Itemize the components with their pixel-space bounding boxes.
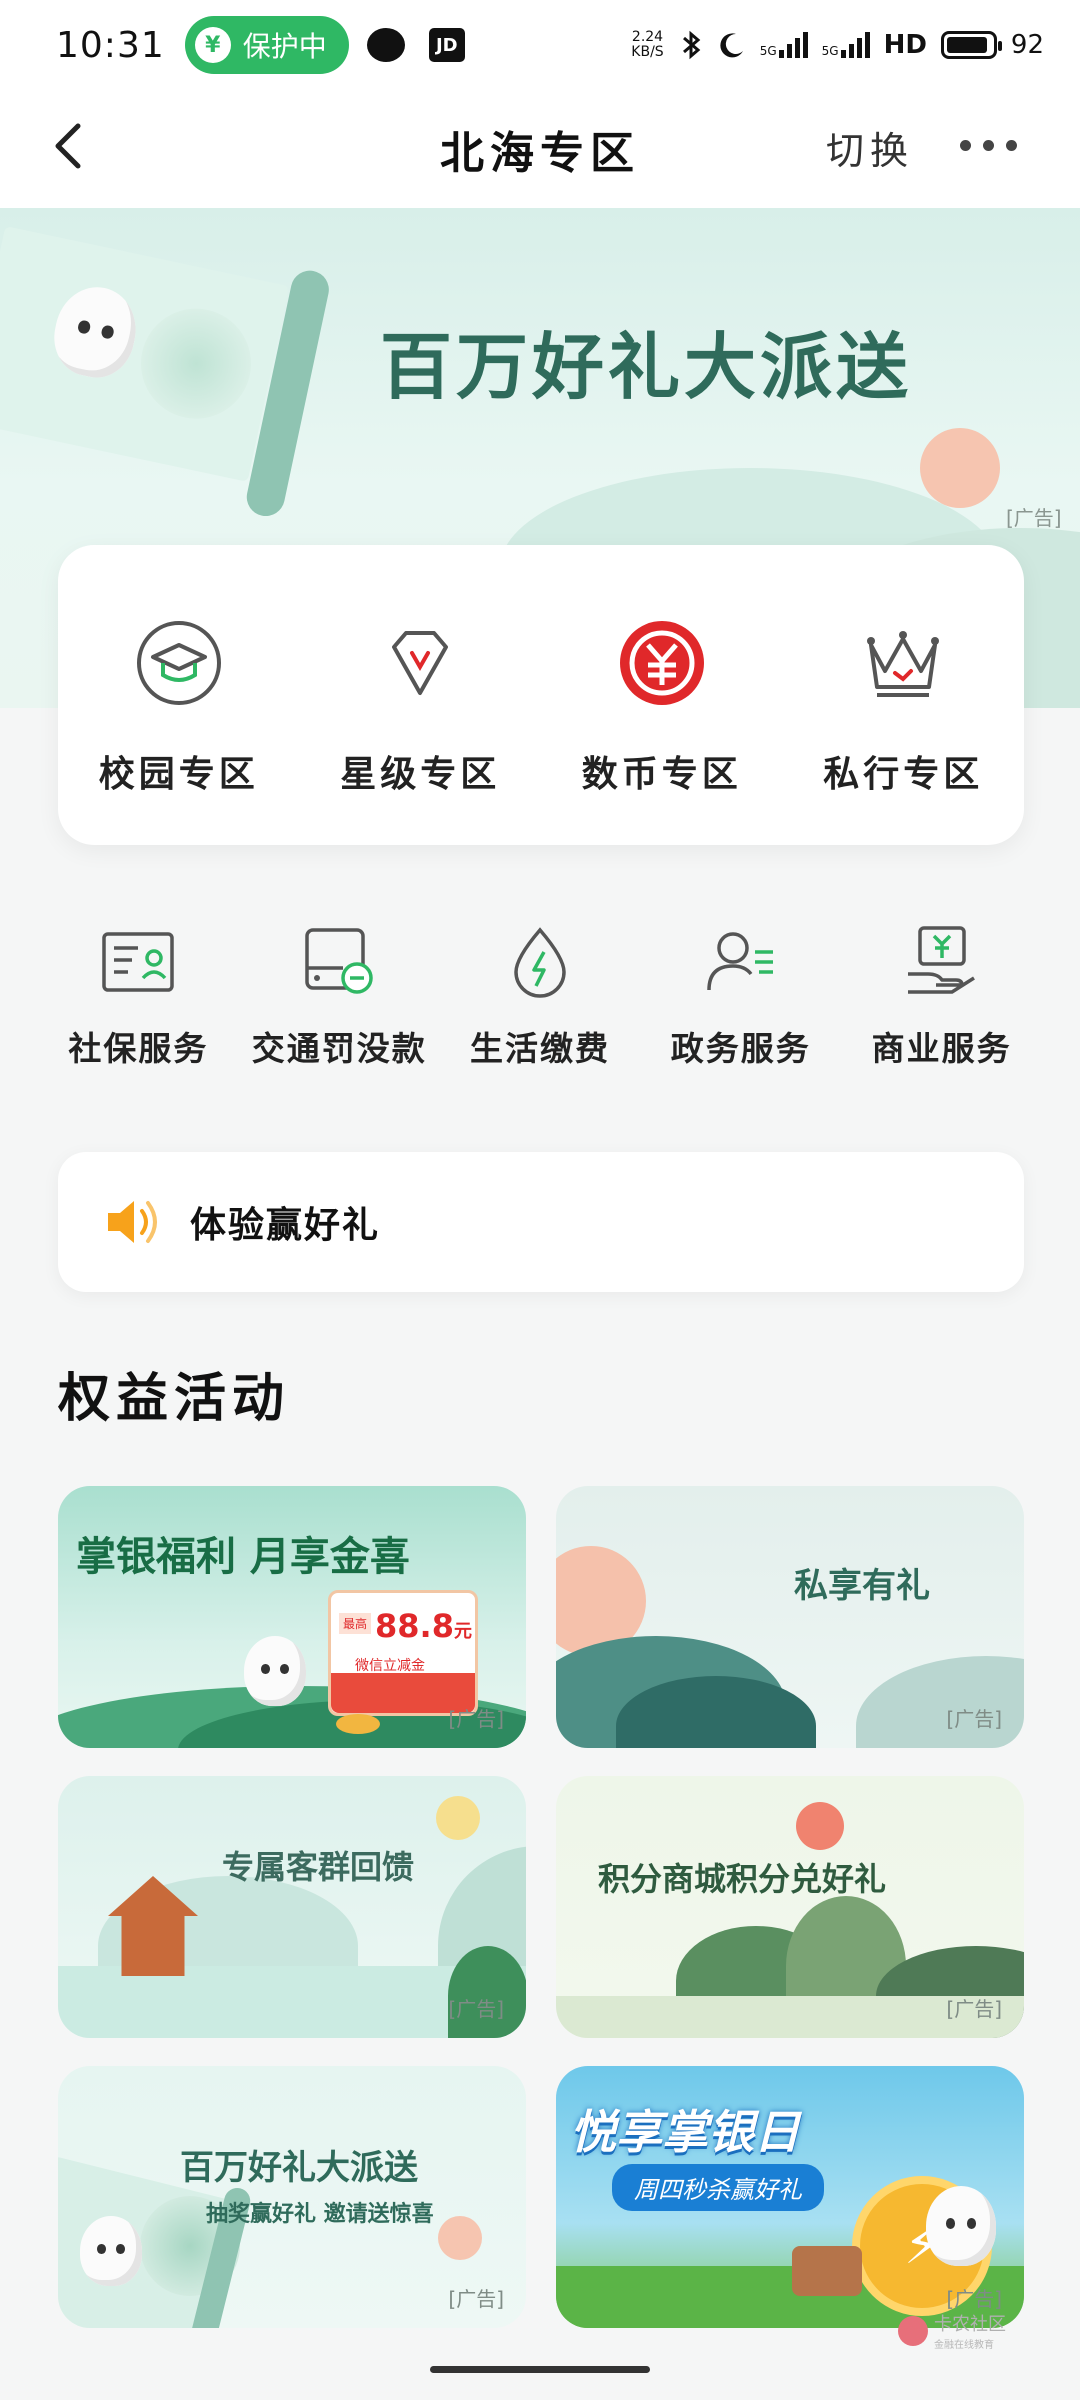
activity-title: 私享有礼	[794, 1566, 930, 1606]
zone-private-banking[interactable]: 私行专区	[783, 545, 1025, 845]
mascot-illustration	[80, 2216, 142, 2286]
status-bar: 10:31 ¥ 保护中 JD 2.24 KB/S 5G 5G HD 92	[0, 0, 1080, 90]
activity-subtitle: 抽奖赢好礼 邀请送惊喜	[206, 2202, 434, 2227]
signal-sim2-icon: 5G	[822, 32, 870, 58]
battery-icon	[940, 31, 1002, 59]
service-utility[interactable]: 生活缴费	[440, 922, 641, 1072]
jd-app-icon: JD	[428, 28, 465, 62]
coupon-amount: 88.8	[375, 1607, 454, 1645]
mascot-illustration	[926, 2186, 996, 2266]
service-row: 社保服务 交通罚没款 生活缴费 政务服务 商业服务	[38, 922, 1042, 1072]
activity-title: 积分商城积分兑好礼	[598, 1860, 887, 1898]
service-label: 政务服务	[670, 1029, 811, 1068]
speaker-icon	[108, 1201, 157, 1243]
government-user-icon	[707, 932, 773, 991]
shield-icon: ¥	[194, 27, 231, 63]
zone-digital-currency[interactable]: 数币专区	[541, 545, 783, 845]
activity-card[interactable]: 掌银福利 月享金喜 最高 88.8元 微信立减金 [广告]	[58, 1486, 526, 1748]
activity-title: 悦享掌银日	[570, 2105, 800, 2159]
activity-card[interactable]: 私享有礼 [广告]	[556, 1486, 1024, 1748]
zone-label: 数币专区	[581, 754, 742, 795]
page-title: 北海专区	[440, 128, 640, 179]
activity-title: 掌银福利 月享金喜	[76, 1533, 410, 1580]
crown-icon	[867, 631, 940, 697]
service-label: 商业服务	[871, 1029, 1012, 1068]
scroll-illustration	[0, 208, 334, 529]
zone-label: 私行专区	[823, 754, 984, 795]
business-hand-icon	[907, 926, 975, 994]
ad-tag: [广告]	[946, 2287, 1002, 2311]
service-business[interactable]: 商业服务	[841, 922, 1042, 1072]
section-title: 权益活动	[58, 1369, 291, 1429]
back-arrow-icon[interactable]	[40, 116, 100, 176]
service-government[interactable]: 政务服务	[640, 922, 841, 1072]
activity-card[interactable]: 积分商城积分兑好礼 [广告]	[556, 1776, 1024, 2038]
banner-title: 百万好礼大派送	[380, 324, 913, 409]
activity-title: 专属客群回馈	[222, 1848, 415, 1886]
battery-percent: 92	[1010, 30, 1044, 60]
activity-title: 百万好礼大派送	[180, 2148, 418, 2188]
service-traffic-fine[interactable]: 交通罚没款	[239, 922, 440, 1072]
social-security-card-icon	[102, 932, 175, 992]
ad-tag: [广告]	[1006, 506, 1062, 530]
ad-tag: [广告]	[448, 2287, 504, 2311]
signal-sim1-icon: 5G	[760, 32, 808, 58]
zone-label: 校园专区	[98, 754, 259, 795]
service-label: 生活缴费	[469, 1029, 610, 1068]
more-options-icon[interactable]	[960, 130, 1026, 160]
notice-text: 体验赢好礼	[190, 1205, 381, 1246]
diamond-icon	[392, 631, 449, 695]
ad-tag: [广告]	[946, 1707, 1002, 1731]
activity-card[interactable]: ⚡ 悦享掌银日 周四秒杀赢好礼 [广告]	[556, 2066, 1024, 2328]
coupon-desc: 微信立减金	[355, 1658, 425, 1674]
zone-label: 星级专区	[340, 754, 501, 795]
utility-drop-icon	[514, 927, 566, 998]
status-time: 10:31	[56, 24, 165, 66]
watermark-logo-icon	[898, 2315, 928, 2346]
ad-tag: [广告]	[448, 1707, 504, 1731]
notice-bar[interactable]: 体验赢好礼	[58, 1152, 1024, 1292]
protect-label: 保护中	[242, 30, 327, 63]
coupon-card: 最高 88.8元 微信立减金	[328, 1590, 478, 1716]
graduation-cap-icon	[136, 621, 221, 705]
ad-tag: [广告]	[448, 1997, 504, 2021]
chat-bubble-icon	[366, 28, 405, 62]
service-social-security[interactable]: 社保服务	[38, 922, 239, 1072]
nav-bar: 北海专区 切换	[0, 90, 1080, 208]
hd-indicator: HD	[883, 30, 927, 60]
service-label: 交通罚没款	[251, 1029, 427, 1068]
activity-card[interactable]: 专属客群回馈 [广告]	[58, 1776, 526, 2038]
mascot-illustration	[244, 1636, 306, 1706]
activity-card[interactable]: 百万好礼大派送 抽奖赢好礼 邀请送惊喜 [广告]	[58, 2066, 526, 2328]
protect-pill[interactable]: ¥ 保护中	[184, 16, 349, 74]
zone-card: 校园专区 星级专区 数币专区 私行专区	[58, 545, 1024, 845]
watermark: 卡农社区 金融在线教育	[898, 2310, 1006, 2351]
banner-sun	[920, 428, 1000, 508]
digital-yuan-icon	[619, 621, 704, 705]
bluetooth-icon	[682, 30, 700, 60]
traffic-fine-icon	[305, 928, 373, 994]
moon-icon	[720, 33, 743, 58]
activity-subtitle: 周四秒杀赢好礼	[612, 2164, 824, 2211]
zone-star[interactable]: 星级专区	[300, 545, 542, 845]
switch-button[interactable]: 切换	[826, 120, 914, 175]
network-speed: 2.24 KB/S	[631, 29, 664, 60]
status-indicators: 2.24 KB/S 5G 5G HD 92	[631, 29, 1044, 61]
service-label: 社保服务	[68, 1029, 209, 1068]
home-gesture-bar[interactable]	[430, 2366, 650, 2373]
ad-tag: [广告]	[946, 1997, 1002, 2021]
zone-campus[interactable]: 校园专区	[58, 545, 300, 845]
